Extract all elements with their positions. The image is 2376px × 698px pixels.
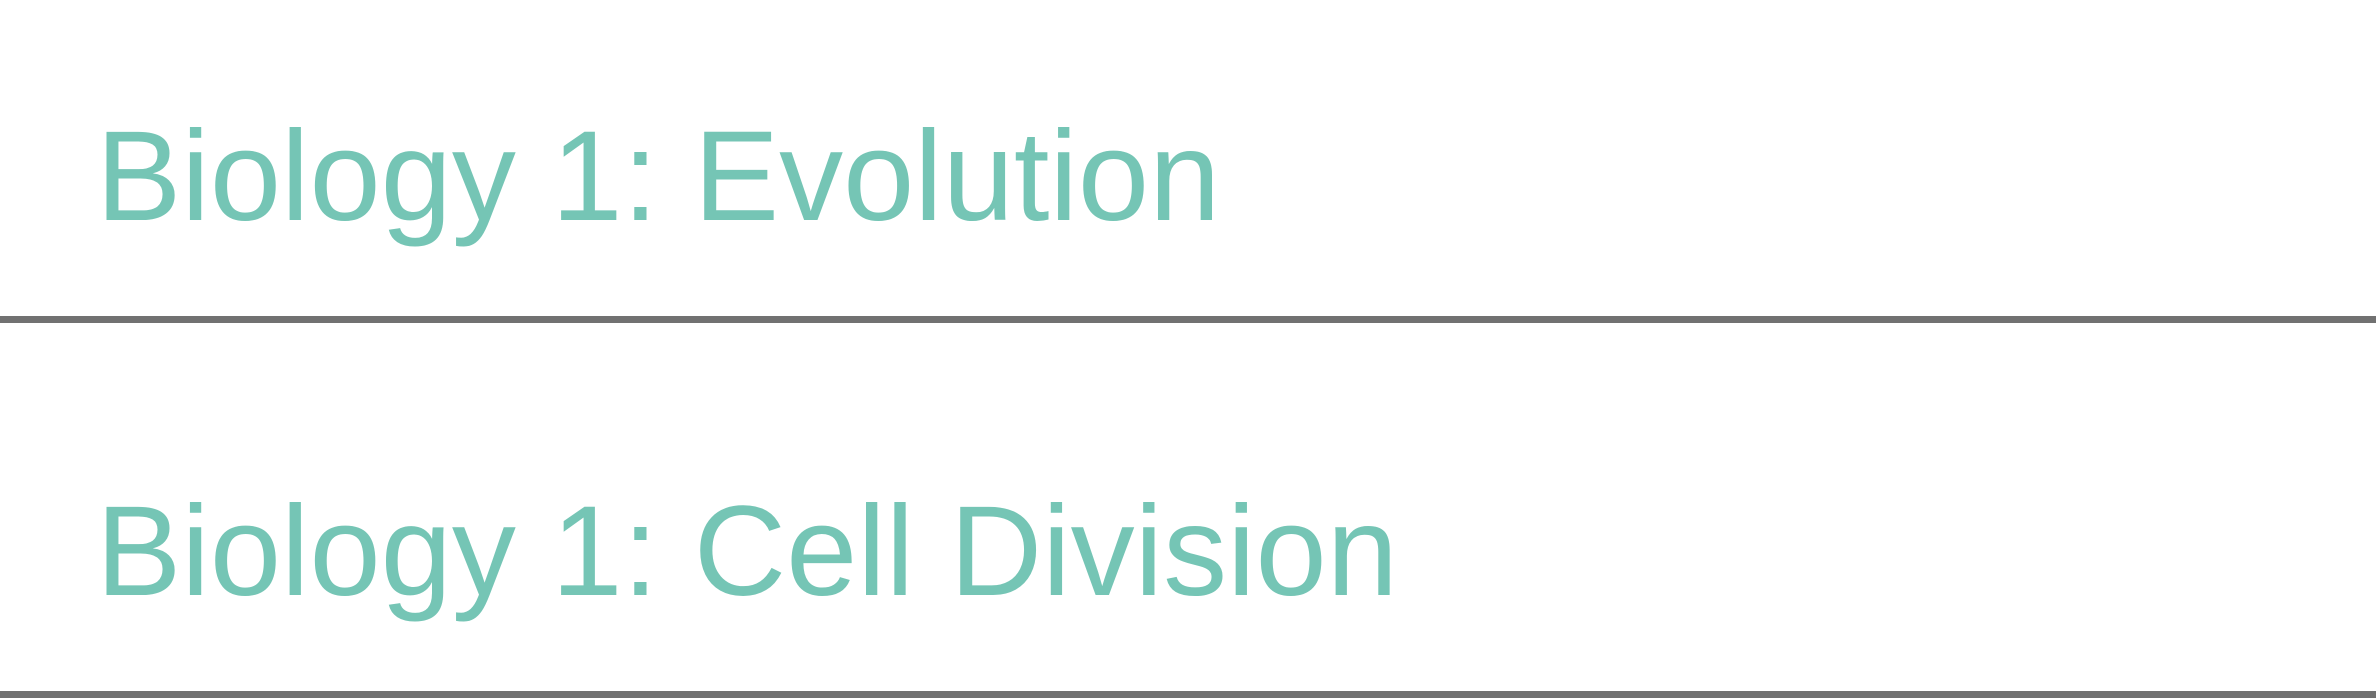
list-item-cell-division[interactable]: Biology 1: Cell Division — [0, 323, 2376, 698]
course-list: Biology 1: Evolution Biology 1: Cell Div… — [0, 0, 2376, 698]
list-item-label: Biology 1: Evolution — [96, 105, 1221, 248]
list-item-evolution[interactable]: Biology 1: Evolution — [0, 0, 2376, 323]
list-item-label: Biology 1: Cell Division — [96, 480, 1398, 623]
